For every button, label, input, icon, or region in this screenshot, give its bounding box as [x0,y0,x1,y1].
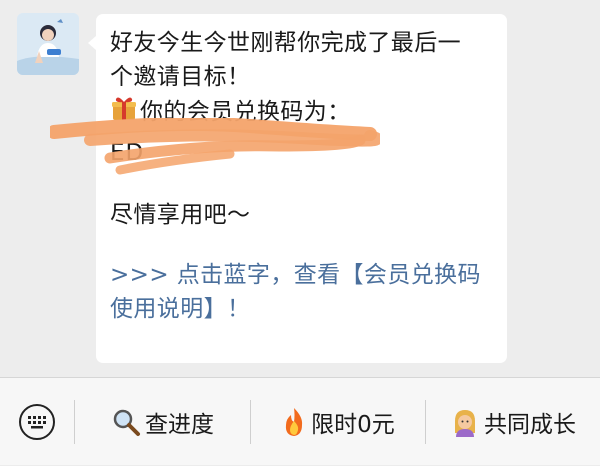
message-bubble: 好友今生今世刚帮你完成了最后一 个邀请目标！ 你的会员兑换码为： ED 尽情享用… [50,14,507,363]
magnifier-icon [111,407,141,437]
message-line-2: 个邀请目标！ [110,64,251,90]
menu-item-label: 限时0元 [311,412,395,438]
instructions-link-line-1[interactable]: >>> 点击蓝字，查看【会员兑换码 [110,258,493,292]
menu-item-limited-free[interactable]: 限时0元 [251,378,425,466]
menu-item-grow-together[interactable]: 共同成长 [426,378,600,466]
user-avatar[interactable] [17,13,79,75]
message-line-1: 好友今生今世刚帮你完成了最后一 [110,30,461,56]
bottom-menu-bar: 查进度 限时0元 共同成长 [0,377,600,465]
person-icon [450,407,480,437]
keyboard-toggle-button[interactable] [0,378,74,466]
redeem-code-row: ED [50,118,493,175]
menu-item-label: 共同成长 [484,412,576,438]
redaction-scribble [50,118,380,175]
keyboard-icon [19,404,55,440]
message-line-5: 尽情享用吧～ [110,202,251,228]
fire-icon [281,407,307,437]
menu-item-check-progress[interactable]: 查进度 [75,378,250,466]
chat-area: 好友今生今世刚帮你完成了最后一 个邀请目标！ 你的会员兑换码为： ED 尽情享用… [0,0,600,377]
instructions-link-line-2[interactable]: 使用说明】！ [110,292,493,326]
avatar-image [17,13,79,75]
menu-item-label: 查进度 [145,412,214,438]
